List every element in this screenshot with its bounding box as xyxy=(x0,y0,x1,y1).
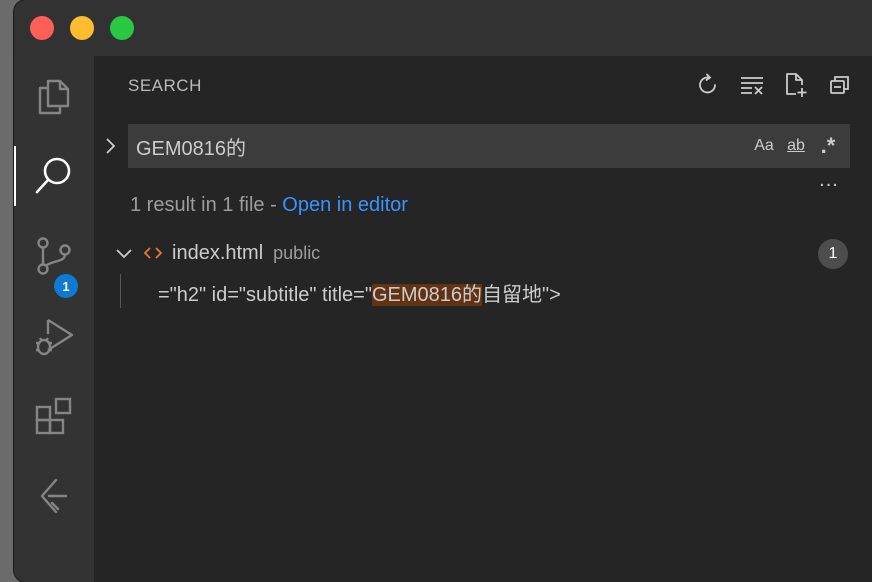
maximize-window-button[interactable] xyxy=(110,16,134,40)
source-control-icon xyxy=(37,237,71,275)
toggle-replace-button[interactable] xyxy=(100,133,120,159)
activity-remote[interactable] xyxy=(14,456,94,536)
collapse-all-icon xyxy=(830,76,849,94)
close-window-button[interactable] xyxy=(30,16,54,40)
activity-source-control[interactable]: 1 xyxy=(14,216,94,298)
sidebar-title: SEARCH xyxy=(128,76,202,95)
whole-word-toggle[interactable]: ab xyxy=(780,131,812,161)
extensions-icon xyxy=(35,397,72,435)
search-options: Aa ab .* xyxy=(748,124,844,168)
search-sidebar: SEARCH GEM0816的 Aa ab .* ... 1 result in… xyxy=(94,56,872,582)
result-file-row[interactable]: index.html public xyxy=(110,236,860,270)
result-file-dir: public xyxy=(273,242,321,263)
match-line: ="h2" id="subtitle" title="GEM0816的自留地"> xyxy=(158,278,561,307)
activity-run-debug[interactable] xyxy=(14,296,94,376)
search-input[interactable] xyxy=(136,124,716,168)
new-search-editor-icon xyxy=(786,73,807,97)
search-title-actions xyxy=(686,70,862,100)
clear-results-icon xyxy=(741,77,763,95)
open-in-editor-link[interactable]: Open in editor xyxy=(282,194,408,216)
match-highlight: GEM0816的 xyxy=(371,284,483,306)
search-box: Aa ab .* xyxy=(128,124,850,168)
remote-icon xyxy=(40,478,68,514)
files-icon xyxy=(38,79,70,115)
activity-explorer[interactable] xyxy=(14,56,94,136)
clear-results-button[interactable] xyxy=(730,70,774,100)
result-match-row[interactable]: ="h2" id="subtitle" title="GEM0816的自留地"> xyxy=(120,274,860,308)
chevron-right-icon xyxy=(106,138,116,154)
match-before: ="h2" id="subtitle" title=" xyxy=(158,284,372,306)
source-control-badge: 1 xyxy=(54,274,78,298)
html-file-icon xyxy=(138,236,168,270)
activity-extensions[interactable] xyxy=(14,376,94,456)
refresh-icon xyxy=(699,73,716,94)
collapse-all-button[interactable] xyxy=(818,70,862,100)
result-count-badge: 1 xyxy=(818,239,848,269)
results-summary: 1 result in 1 file - Open in editor xyxy=(130,194,408,217)
results-summary-text: 1 result in 1 file - xyxy=(130,194,283,216)
tree-indent-guide xyxy=(120,274,121,308)
result-file-name: index.html xyxy=(172,241,264,264)
match-after: 自留地"> xyxy=(482,284,561,306)
title-bar xyxy=(14,0,872,56)
search-icon xyxy=(35,157,71,194)
new-search-editor-button[interactable] xyxy=(774,70,818,100)
debug-icon xyxy=(36,318,74,356)
chevron-down-icon[interactable] xyxy=(110,236,138,270)
activity-search[interactable] xyxy=(14,136,94,216)
minimize-window-button[interactable] xyxy=(70,16,94,40)
vscode-window: 1 SEARCH GEM0816的 Aa ab .* ... 1 result … xyxy=(14,0,872,582)
match-case-toggle[interactable]: Aa xyxy=(748,131,780,161)
refresh-button[interactable] xyxy=(686,70,730,100)
regex-toggle[interactable]: .* xyxy=(812,131,844,161)
toggle-search-details-button[interactable]: ... xyxy=(816,168,842,192)
activity-bar: 1 xyxy=(14,56,94,582)
